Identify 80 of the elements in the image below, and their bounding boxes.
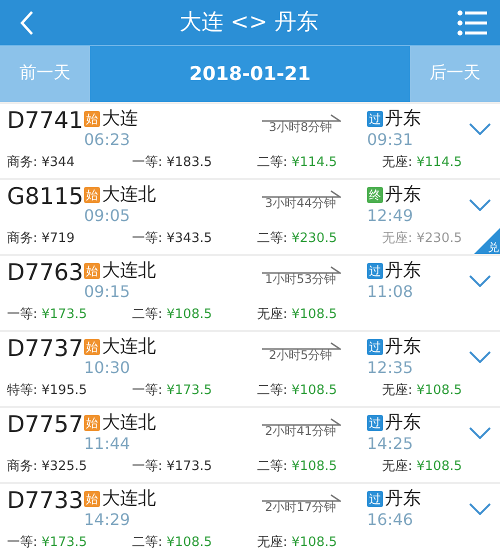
chevron-down-icon[interactable]	[469, 275, 491, 287]
fare-label: 二等: ¥108.5	[257, 382, 338, 400]
fare-label: 特等: ¥195.5	[7, 382, 88, 400]
header-title: 大连 <> 丹东	[180, 9, 318, 37]
fare-label: 二等: ¥108.5	[132, 534, 212, 552]
fare-label: 无座: ¥108.5	[257, 306, 338, 324]
station-name: 大连北	[102, 411, 156, 435]
station-badge: 过	[367, 263, 383, 279]
travel-duration: 3小时44分钟	[265, 196, 336, 210]
menu-icon[interactable]	[456, 8, 488, 38]
station-name: 丹东	[385, 487, 421, 511]
travel-duration: 3小时8分钟	[268, 120, 332, 134]
arrival-time: 11:08	[367, 283, 414, 301]
station-badge: 过	[367, 415, 383, 431]
station-badge: 始	[84, 339, 100, 355]
travel-duration: 2小时17分钟	[265, 500, 336, 514]
arrival-time: 16:46	[367, 511, 414, 529]
fare-label: 二等: ¥114.5	[257, 154, 338, 172]
departure-time: 10:30	[84, 359, 130, 377]
train-number: D7763	[7, 259, 84, 288]
arrival-time: 09:31	[367, 131, 414, 149]
fare-label: 无座: ¥108.5	[257, 534, 338, 552]
fare-label: 一等: ¥173.5	[7, 534, 88, 552]
arrival-time: 12:49	[367, 207, 414, 225]
fare-label: 无座: ¥114.5	[382, 154, 462, 172]
fare-label: 二等: ¥108.5	[132, 306, 212, 324]
train-number: D7757	[7, 411, 84, 440]
station-badge: 过	[367, 111, 383, 127]
date-label: 2018-01-21	[188, 62, 312, 87]
chevron-down-icon[interactable]	[469, 351, 491, 363]
arrival-time: 14:25	[367, 435, 414, 453]
arrival-time: 12:35	[367, 359, 414, 377]
fare-label: 商务: ¥344	[7, 154, 75, 172]
chevron-down-icon[interactable]	[469, 199, 491, 211]
fare-label: 无座: ¥108.5	[382, 382, 462, 400]
fare-label: 一等: ¥173.5	[132, 458, 212, 476]
station-name: 大连	[102, 107, 138, 131]
station-badge: 始	[84, 491, 100, 507]
station-name: 大连北	[102, 259, 156, 283]
travel-duration: 2小时41分钟	[265, 424, 336, 438]
departure-time: 09:15	[84, 283, 130, 301]
fare-label: 商务: ¥325.5	[7, 458, 88, 476]
station-name: 大连北	[102, 335, 156, 359]
station-badge: 始	[84, 187, 100, 203]
departure-time: 09:05	[84, 207, 130, 225]
fare-label: 一等: ¥183.5	[132, 154, 212, 172]
departure-time: 06:23	[84, 131, 130, 149]
train-number: D7733	[7, 487, 84, 516]
fare-label: 二等: ¥108.5	[257, 458, 338, 476]
chevron-down-icon[interactable]	[469, 427, 491, 439]
fare-label: 一等: ¥173.5	[7, 306, 88, 324]
train-number: D7741	[7, 107, 84, 136]
station-name: 丹东	[385, 411, 421, 435]
station-badge: 始	[84, 111, 100, 127]
corner-badge: 兑	[474, 228, 500, 254]
station-name: 丹东	[385, 183, 421, 207]
station-badge: 过	[367, 491, 383, 507]
train-number: G8115	[7, 183, 84, 212]
fare-label: 商务: ¥719	[7, 230, 75, 248]
station-badge: 始	[84, 263, 100, 279]
fare-label: 一等: ¥343.5	[132, 230, 212, 248]
station-name: 大连北	[102, 487, 156, 511]
fare-label: 二等: ¥230.5	[257, 230, 338, 248]
station-badge: 始	[84, 415, 100, 431]
station-name: 大连北	[102, 183, 156, 207]
departure-time: 14:29	[84, 511, 130, 529]
travel-duration: 2小时5分钟	[268, 348, 332, 362]
station-badge: 过	[367, 339, 383, 355]
train-number: D7737	[7, 335, 84, 364]
departure-time: 11:44	[84, 435, 130, 453]
station-name: 丹东	[385, 259, 421, 283]
station-badge: 终	[367, 187, 383, 203]
chevron-down-icon[interactable]	[469, 503, 491, 515]
travel-duration: 1小时53分钟	[265, 272, 336, 286]
fare-label: 一等: ¥173.5	[132, 382, 212, 400]
fare-label: 无座: ¥108.5	[382, 458, 462, 476]
chevron-down-icon[interactable]	[469, 123, 491, 135]
station-name: 丹东	[385, 335, 421, 359]
fare-label: 无座: ¥230.5	[382, 230, 462, 248]
station-name: 丹东	[385, 107, 421, 131]
